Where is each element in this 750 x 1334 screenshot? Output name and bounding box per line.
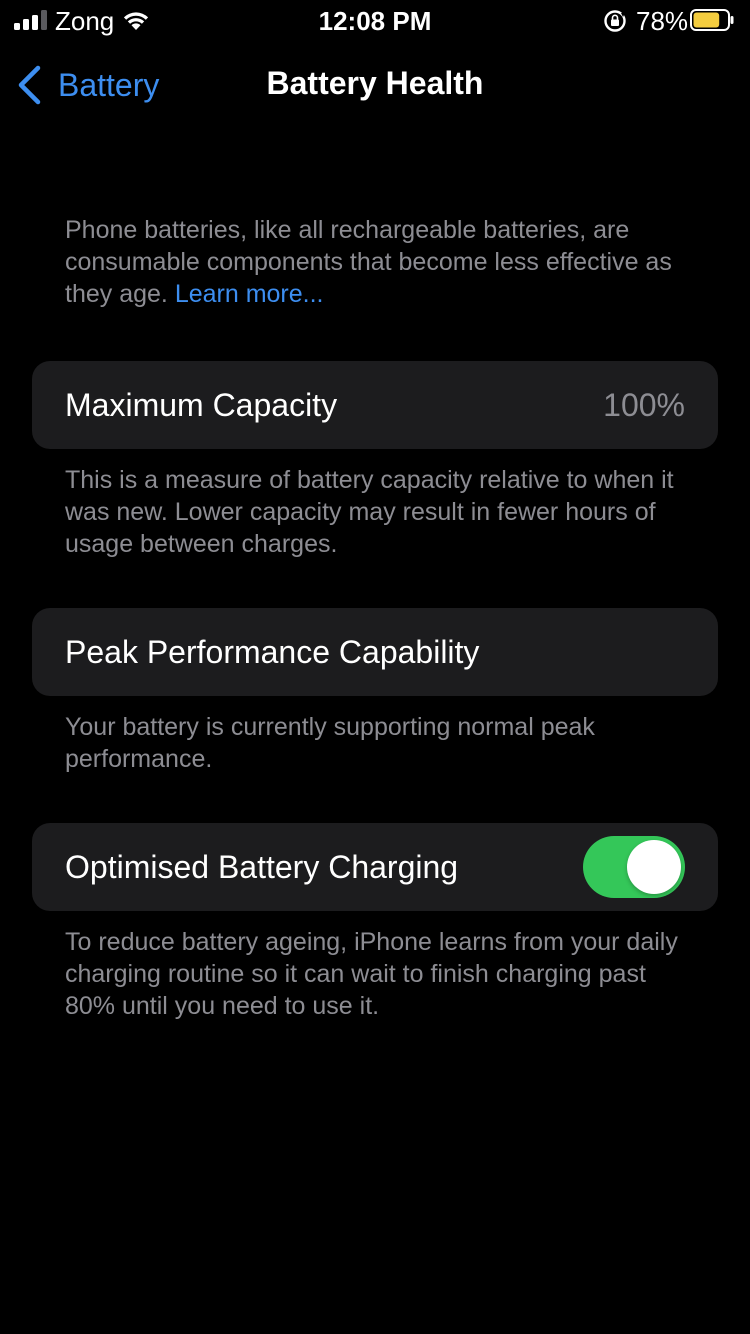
toggle-knob xyxy=(627,840,681,894)
intro-text: Phone batteries, like all rechargeable b… xyxy=(65,214,695,310)
optimised-charging-row: Optimised Battery Charging xyxy=(32,823,718,911)
maximum-capacity-value: 100% xyxy=(603,387,685,423)
page-title: Battery Health xyxy=(266,65,484,101)
battery-icon xyxy=(690,9,734,31)
status-bar: Zong 12:08 PM 78% xyxy=(0,0,750,40)
rotation-lock-icon xyxy=(604,10,626,32)
battery-percentage: 78% xyxy=(636,6,689,36)
optimised-charging-footnote: To reduce battery ageing, iPhone learns … xyxy=(65,928,678,1020)
optimised-charging-toggle[interactable] xyxy=(583,836,685,898)
maximum-capacity-footnote: This is a measure of battery capacity re… xyxy=(65,466,674,558)
peak-performance-footnote: Your battery is currently supporting nor… xyxy=(65,713,595,773)
maximum-capacity-label: Maximum Capacity xyxy=(65,387,338,423)
peak-performance-row: Peak Performance Capability xyxy=(32,608,718,696)
optimised-charging-label: Optimised Battery Charging xyxy=(65,849,459,885)
maximum-capacity-row: Maximum Capacity 100% xyxy=(32,361,718,449)
peak-performance-label: Peak Performance Capability xyxy=(65,634,480,670)
learn-more-link[interactable]: Learn more... xyxy=(175,280,324,308)
intro-body: Phone batteries, like all rechargeable b… xyxy=(65,216,672,308)
